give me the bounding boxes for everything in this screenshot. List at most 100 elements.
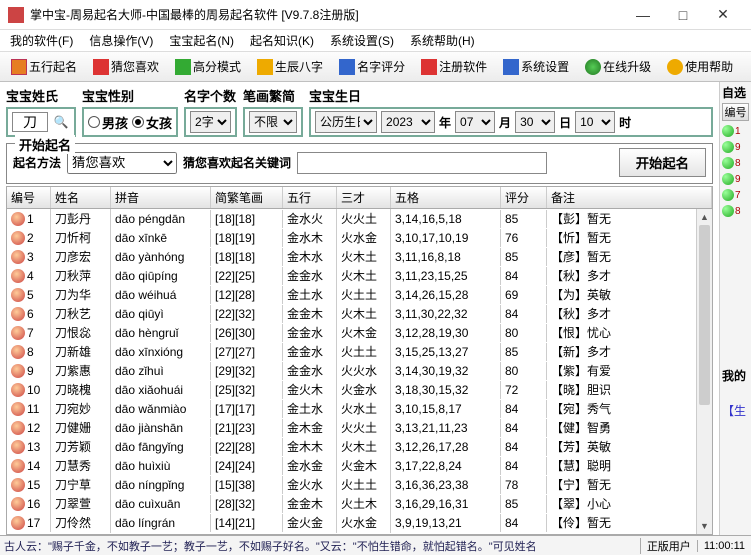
toolbar-button[interactable]: 高分模式 bbox=[168, 55, 248, 78]
toolbar-button[interactable]: 系统设置 bbox=[496, 55, 576, 78]
row-icon bbox=[11, 231, 25, 245]
menu-item[interactable]: 系统设置(S) bbox=[324, 30, 400, 51]
menu-item[interactable]: 信息操作(V) bbox=[83, 30, 159, 51]
table-row[interactable]: 6刀秋艺dāo qiūyì[22][32]金金木火木土3,11,30,22,32… bbox=[7, 304, 712, 323]
stroke-select[interactable]: 不限 bbox=[249, 111, 297, 133]
ball-item[interactable]: 8 bbox=[722, 157, 741, 169]
table-row[interactable]: 15刀宁草dāo nínɡpǐnɡ[15][38]金火水火土土3,16,36,2… bbox=[7, 475, 712, 494]
ball-item[interactable]: 9 bbox=[722, 173, 741, 185]
keyword-input[interactable] bbox=[297, 152, 547, 174]
ball-icon bbox=[722, 173, 734, 185]
ball-item[interactable]: 8 bbox=[722, 205, 741, 217]
count-label: 名字个数 bbox=[184, 86, 237, 105]
row-icon bbox=[11, 212, 25, 226]
birth-label: 宝宝生日 bbox=[309, 86, 713, 105]
method-label: 起名方法 bbox=[13, 157, 61, 169]
ball-item[interactable]: 1 bbox=[722, 125, 741, 137]
start-button[interactable]: 开始起名 bbox=[619, 148, 706, 177]
column-header[interactable]: 备注 bbox=[547, 187, 712, 208]
menu-bar: 我的软件(F)信息操作(V)宝宝起名(N)起名知识(K)系统设置(S)系统帮助(… bbox=[0, 30, 751, 52]
count-select[interactable]: 2字 bbox=[190, 111, 231, 133]
toolbar-button[interactable]: 注册软件 bbox=[414, 55, 494, 78]
ball-item[interactable]: 7 bbox=[722, 189, 741, 201]
calendar-select[interactable]: 公历生日 bbox=[315, 111, 377, 133]
toolbar-icon bbox=[503, 59, 519, 75]
toolbar-button[interactable]: 名字评分 bbox=[332, 55, 412, 78]
menu-item[interactable]: 系统帮助(H) bbox=[404, 30, 481, 51]
table-row[interactable]: 4刀秋萍dāo qiūpínɡ[22][25]金金水火木土3,11,23,15,… bbox=[7, 266, 712, 285]
radio-female[interactable]: 女孩 bbox=[132, 113, 172, 132]
ball-icon bbox=[722, 157, 734, 169]
column-header[interactable]: 姓名 bbox=[51, 187, 111, 208]
row-icon bbox=[11, 478, 25, 492]
close-button[interactable]: ✕ bbox=[703, 0, 743, 30]
table-row[interactable]: 2刀忻柯dāo xīnkē[18][19]金水木火水金3,10,17,10,19… bbox=[7, 228, 712, 247]
table-row[interactable]: 12刀健姗dāo jiànshān[21][23]金木金火火土3,13,21,1… bbox=[7, 418, 712, 437]
toolbar-button[interactable]: 生辰八字 bbox=[250, 55, 330, 78]
scroll-thumb[interactable] bbox=[699, 225, 710, 405]
scrollbar[interactable]: ▲ ▼ bbox=[696, 209, 712, 534]
column-header[interactable]: 评分 bbox=[501, 187, 547, 208]
toolbar-icon bbox=[339, 59, 355, 75]
toolbar-icon bbox=[667, 59, 683, 75]
toolbar-icon bbox=[175, 59, 191, 75]
table-row[interactable]: 10刀晓槐dāo xiǎohuái[25][32]金火木火金水3,18,30,1… bbox=[7, 380, 712, 399]
minimize-button[interactable]: — bbox=[623, 0, 663, 30]
column-header[interactable]: 拼音 bbox=[111, 187, 211, 208]
toolbar-button[interactable]: 使用帮助 bbox=[660, 55, 740, 78]
scroll-up-icon[interactable]: ▲ bbox=[697, 209, 712, 225]
toolbar: 五行起名猜您喜欢高分模式生辰八字名字评分注册软件系统设置在线升级使用帮助 bbox=[0, 52, 751, 82]
ball-icon bbox=[722, 189, 734, 201]
menu-item[interactable]: 我的软件(F) bbox=[4, 30, 79, 51]
scroll-down-icon[interactable]: ▼ bbox=[697, 518, 712, 534]
row-icon bbox=[11, 288, 25, 302]
toolbar-button[interactable]: 五行起名 bbox=[4, 55, 84, 78]
maximize-button[interactable]: □ bbox=[663, 0, 703, 30]
ball-icon bbox=[722, 141, 734, 153]
toolbar-icon bbox=[11, 59, 27, 75]
row-icon bbox=[11, 307, 25, 321]
column-header[interactable]: 五格 bbox=[391, 187, 501, 208]
table-row[interactable]: 17刀伶然dāo línɡrán[14][21]金火金火水金3,9,19,13,… bbox=[7, 513, 712, 532]
start-box-label: 开始起名 bbox=[15, 135, 75, 154]
table-row[interactable]: 9刀紫惠dāo zǐhuì[29][32]金金水火火水3,14,30,19,32… bbox=[7, 361, 712, 380]
status-time: 11:00:11 bbox=[697, 540, 751, 552]
menu-item[interactable]: 宝宝起名(N) bbox=[163, 30, 240, 51]
search-icon[interactable]: 🔍 bbox=[52, 113, 70, 131]
table-row[interactable]: 13刀芳颖dāo fānɡyǐnɡ[22][28]金木木火木土3,12,26,1… bbox=[7, 437, 712, 456]
window-title: 掌中宝-周易起名大师-中国最棒的周易起名软件 [V9.7.8注册版] bbox=[30, 6, 623, 23]
year-select[interactable]: 2023 bbox=[381, 111, 435, 133]
table-row[interactable]: 5刀为华dāo wéihuá[12][28]金土水火土土3,14,26,15,2… bbox=[7, 285, 712, 304]
column-header[interactable]: 三才 bbox=[337, 187, 391, 208]
row-icon bbox=[11, 402, 25, 416]
menu-item[interactable]: 起名知识(K) bbox=[244, 30, 320, 51]
toolbar-button[interactable]: 猜您喜欢 bbox=[86, 55, 166, 78]
self-select-label: 自选 bbox=[722, 84, 749, 101]
column-header[interactable]: 简繁笔画 bbox=[211, 187, 283, 208]
table-row[interactable]: 16刀翠萱dāo cuìxuān[28][32]金金木火土木3,16,29,16… bbox=[7, 494, 712, 513]
day-select[interactable]: 30 bbox=[515, 111, 555, 133]
column-header[interactable]: 编号 bbox=[7, 187, 51, 208]
table-row[interactable]: 14刀慧秀dāo huìxiù[24][24]金水金火金木3,17,22,8,2… bbox=[7, 456, 712, 475]
month-select[interactable]: 07 bbox=[455, 111, 495, 133]
status-message: 古人云："赐子千金，不如教子一艺；教子一艺，不如赐子好名。"又云："不怕生错命，… bbox=[0, 538, 640, 554]
table-row[interactable]: 3刀彦宏dāo yànhónɡ[18][18]金木水火木土3,11,16,8,1… bbox=[7, 247, 712, 266]
toolbar-button[interactable]: 在线升级 bbox=[578, 55, 658, 78]
surname-input[interactable] bbox=[12, 112, 48, 132]
hour-select[interactable]: 10 bbox=[575, 111, 615, 133]
stroke-label: 笔画繁简 bbox=[243, 86, 303, 105]
table-row[interactable]: 1刀彭丹dāo pénɡdān[18][18]金水火火火土3,14,16,5,1… bbox=[7, 209, 712, 228]
right-col-header: 编号 bbox=[722, 103, 749, 121]
radio-male[interactable]: 男孩 bbox=[88, 113, 128, 132]
table-row[interactable]: 7刀恨惢dāo hènɡruǐ[26][30]金金水火木金3,12,28,19,… bbox=[7, 323, 712, 342]
method-select[interactable]: 猜您喜欢 bbox=[67, 152, 177, 174]
right-link[interactable]: 【生 bbox=[722, 402, 749, 419]
toolbar-icon bbox=[585, 59, 601, 75]
ball-item[interactable]: 9 bbox=[722, 141, 741, 153]
column-header[interactable]: 五行 bbox=[283, 187, 337, 208]
row-icon bbox=[11, 345, 25, 359]
row-icon bbox=[11, 250, 25, 264]
table-row[interactable]: 8刀新雄dāo xīnxiónɡ[27][27]金金水火土土3,15,25,13… bbox=[7, 342, 712, 361]
toolbar-icon bbox=[93, 59, 109, 75]
table-row[interactable]: 11刀宛妙dāo wǎnmiào[17][17]金土水火水土3,10,15,8,… bbox=[7, 399, 712, 418]
